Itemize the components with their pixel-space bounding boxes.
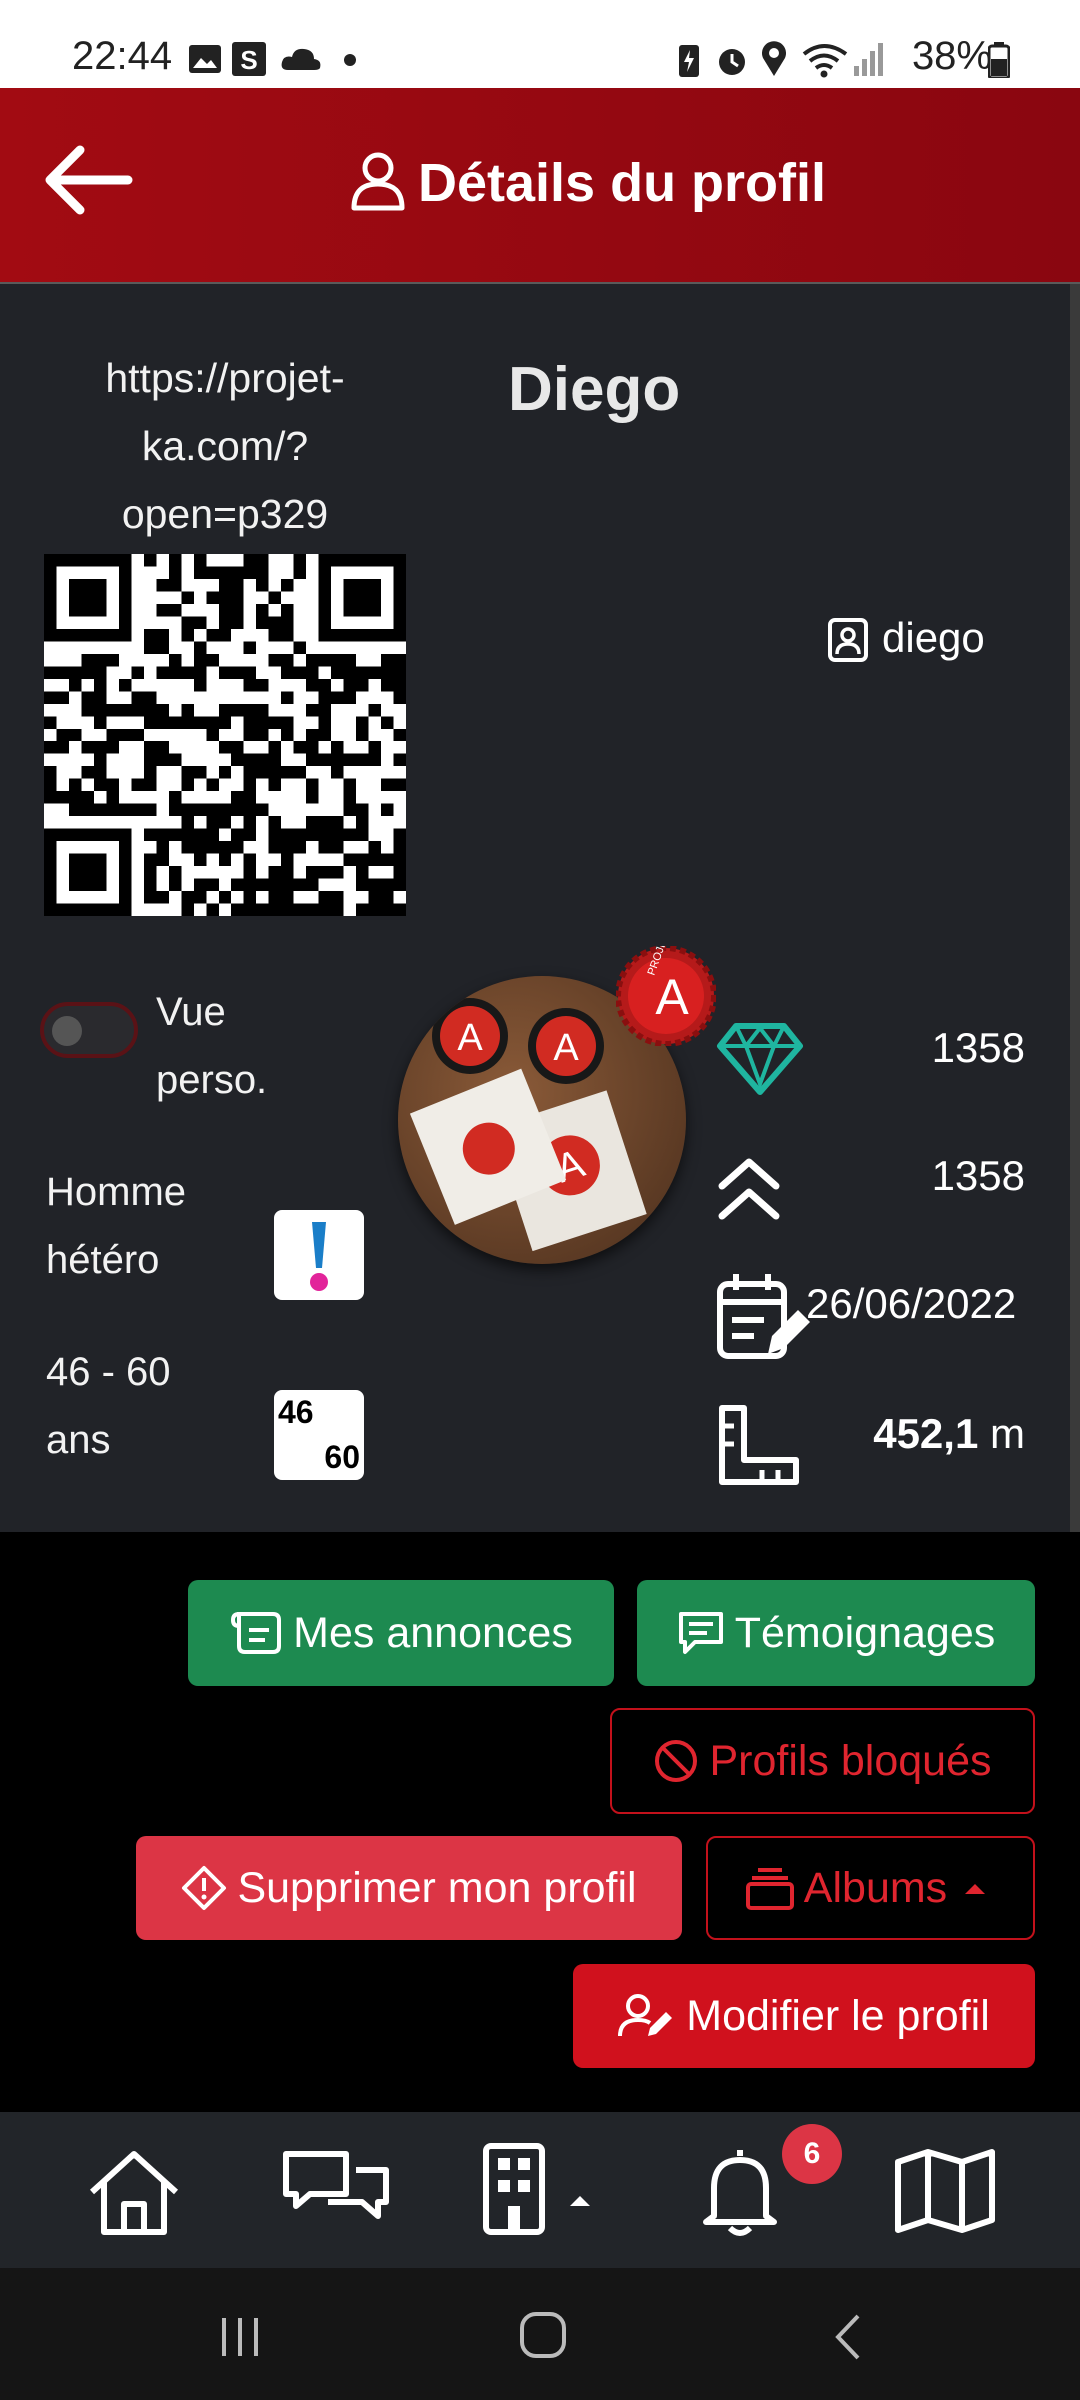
age-range-text: 46 - 60 ans bbox=[46, 1338, 171, 1474]
system-nav-bar bbox=[0, 2268, 1080, 2400]
battery-percent: 38% bbox=[911, 34, 992, 78]
toggle-label-line-2: perso. bbox=[156, 1058, 268, 1102]
toggle-knob bbox=[52, 1016, 82, 1046]
app-header: Détails du profil bbox=[0, 88, 1080, 284]
bell-icon[interactable] bbox=[700, 2146, 780, 2238]
home-button-icon[interactable] bbox=[518, 2310, 568, 2360]
gallery-icon bbox=[189, 45, 221, 73]
back-arrow-icon[interactable] bbox=[40, 140, 136, 220]
qr-code bbox=[44, 554, 406, 916]
brand-seal-icon: PROJET A bbox=[615, 932, 717, 1047]
id-badge-icon bbox=[828, 618, 868, 662]
building-dropdown-icon[interactable] bbox=[482, 2142, 602, 2238]
albums-dropdown-button[interactable]: Albums bbox=[706, 1836, 1035, 1940]
member-since-date: 26/06/2022 bbox=[806, 1280, 1017, 1327]
level-count: 1358 bbox=[931, 1152, 1025, 1199]
level-up-icon bbox=[718, 1158, 780, 1220]
system-back-icon[interactable] bbox=[828, 2312, 868, 2362]
age-line-1: 46 - 60 bbox=[46, 1350, 171, 1394]
warning-diamond-icon bbox=[182, 1866, 227, 1910]
blocked-profiles-button[interactable]: Profils bloqués bbox=[610, 1708, 1035, 1814]
svg-text:A: A bbox=[553, 1027, 579, 1069]
profile-url-line-1: https://projet- bbox=[105, 355, 345, 401]
personal-view-toggle[interactable] bbox=[40, 1002, 138, 1058]
age-line-2: ans bbox=[46, 1418, 111, 1462]
bottom-nav: 6 bbox=[0, 2112, 1080, 2268]
diamond-icon bbox=[717, 1023, 803, 1095]
distance-value: 452,1 bbox=[873, 1410, 979, 1457]
orientation-text: Homme hétéro bbox=[46, 1158, 186, 1294]
status-time: 22:44 bbox=[72, 34, 173, 78]
edit-profile-button[interactable]: Modifier le profil bbox=[573, 1964, 1035, 2068]
username: diego bbox=[882, 614, 985, 661]
profile-card: https://projet- ka.com/? open=p329 Diego… bbox=[0, 284, 1070, 1532]
alarm-icon bbox=[719, 49, 745, 75]
status-bar: 22:44 S 38% bbox=[0, 0, 1080, 88]
signal-icon bbox=[854, 43, 883, 76]
diamond-count: 1358 bbox=[931, 1024, 1025, 1071]
chat-icon[interactable] bbox=[282, 2148, 392, 2238]
caret-up-icon bbox=[965, 1884, 986, 1894]
notification-badge: 6 bbox=[782, 2124, 842, 2184]
orientation-line-2: hétéro bbox=[46, 1238, 160, 1282]
scroll-paper-icon bbox=[231, 1612, 282, 1654]
albums-icon bbox=[745, 1868, 794, 1910]
user-icon bbox=[351, 152, 405, 211]
cloud-icon bbox=[281, 48, 321, 70]
comment-icon bbox=[678, 1612, 723, 1654]
distance-unit: m bbox=[990, 1410, 1025, 1457]
distance: 452,1 m bbox=[873, 1410, 1025, 1458]
toggle-label: Vue perso. bbox=[156, 978, 267, 1114]
home-icon[interactable] bbox=[86, 2148, 182, 2238]
albums-label: Albums bbox=[803, 1863, 948, 1912]
profile-name: Diego bbox=[508, 355, 681, 424]
delete-profile-label: Supprimer mon profil bbox=[237, 1863, 637, 1912]
edit-profile-label: Modifier le profil bbox=[686, 1991, 990, 2040]
battery-saver-icon bbox=[679, 45, 699, 77]
map-icon[interactable] bbox=[894, 2148, 998, 2234]
testimonials-label: Témoignages bbox=[734, 1608, 996, 1657]
page-title: Détails du profil bbox=[418, 153, 827, 213]
testimonials-button[interactable]: Témoignages bbox=[637, 1580, 1035, 1686]
my-announcements-button[interactable]: Mes annonces bbox=[188, 1580, 614, 1686]
age-badge-bottom: 60 bbox=[324, 1439, 360, 1475]
scrollbar[interactable] bbox=[1070, 284, 1080, 1532]
recent-apps-icon[interactable] bbox=[216, 2314, 266, 2360]
seal-letter: A bbox=[655, 969, 689, 1025]
location-icon bbox=[762, 41, 786, 76]
s-app-icon: S bbox=[232, 42, 266, 76]
user-edit-icon bbox=[618, 1994, 673, 2037]
blocked-profiles-label: Profils bloqués bbox=[709, 1736, 992, 1785]
svg-text:S: S bbox=[240, 45, 257, 75]
dot-icon bbox=[344, 54, 356, 66]
wifi-icon bbox=[802, 44, 848, 78]
orientation-line-1: Homme bbox=[46, 1170, 187, 1214]
calendar-edit-icon bbox=[717, 1274, 810, 1359]
ban-icon bbox=[655, 1740, 698, 1782]
profile-url-line-2: ka.com/? bbox=[141, 423, 309, 469]
exclamation-icon bbox=[274, 1210, 364, 1300]
profile-url[interactable]: https://projet- ka.com/? open=p329 bbox=[40, 344, 410, 548]
delete-profile-button[interactable]: Supprimer mon profil bbox=[136, 1836, 682, 1940]
ruler-icon bbox=[719, 1405, 799, 1485]
battery-icon bbox=[988, 42, 1010, 78]
svg-text:A: A bbox=[457, 1017, 483, 1059]
age-badge-icon: 46 60 bbox=[274, 1390, 364, 1480]
profile-url-line-3: open=p329 bbox=[121, 491, 329, 537]
age-badge-top: 46 bbox=[278, 1394, 314, 1430]
toggle-label-line-1: Vue bbox=[156, 990, 226, 1034]
my-announcements-label: Mes annonces bbox=[293, 1608, 573, 1657]
